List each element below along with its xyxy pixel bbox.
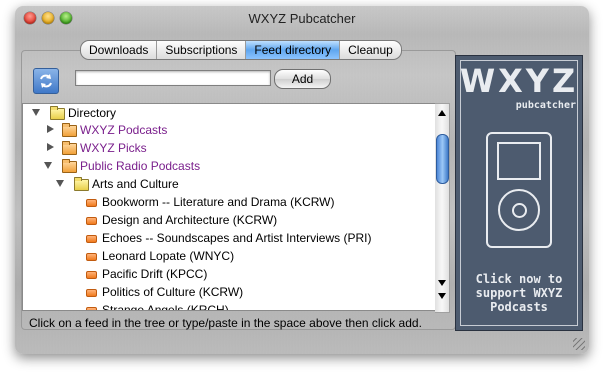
folder-icon xyxy=(62,141,77,155)
tab-bar: Downloads Subscriptions Feed directory C… xyxy=(80,40,402,60)
directory-tree[interactable]: Directory WXYZ Podcasts WXYZ Picks Publi… xyxy=(22,103,436,311)
rss-feed-icon xyxy=(86,235,97,243)
folder-icon xyxy=(50,106,65,120)
tree-label: WXYZ Picks xyxy=(80,141,147,155)
cta-line: Click now to xyxy=(475,272,563,286)
banner-logo: WXYZ xyxy=(459,62,579,100)
rss-feed-icon xyxy=(86,289,97,297)
disclosure-expanded-icon[interactable] xyxy=(32,109,40,116)
cta-line: Podcasts xyxy=(490,300,548,314)
refresh-button[interactable] xyxy=(33,68,59,94)
resize-grip-icon[interactable] xyxy=(573,338,585,350)
scroll-down-arrow-icon[interactable] xyxy=(438,280,446,286)
tab-cleanup[interactable]: Cleanup xyxy=(340,41,401,59)
scroll-up-arrow-icon[interactable] xyxy=(438,110,446,116)
title-bar[interactable]: WXYZ Pubcatcher xyxy=(15,6,589,30)
rss-feed-icon xyxy=(86,217,97,225)
tree-label: Bookworm -- Literature and Drama (KCRW) xyxy=(102,195,335,209)
add-button[interactable]: Add xyxy=(274,69,331,89)
scroll-thumb[interactable] xyxy=(436,134,449,184)
rss-feed-icon xyxy=(86,253,97,261)
folder-icon xyxy=(74,177,89,191)
tree-label: Pacific Drift (KPCC) xyxy=(102,267,208,281)
support-banner[interactable]: WXYZ pubcatcher Click now to support WXY… xyxy=(455,55,583,331)
tree-label: Strange Angels (KRCH) xyxy=(102,303,229,311)
rss-feed-icon xyxy=(86,307,97,310)
disclosure-expanded-icon[interactable] xyxy=(44,162,52,169)
tree-label: Public Radio Podcasts xyxy=(80,159,201,173)
disclosure-collapsed-icon[interactable] xyxy=(47,143,54,151)
tree-scrollbar[interactable] xyxy=(435,103,450,313)
cta-line: support WXYZ xyxy=(475,286,563,300)
refresh-icon xyxy=(40,74,52,88)
tree-label: Design and Architecture (KCRW) xyxy=(102,213,278,227)
ipod-click-wheel xyxy=(498,189,540,231)
banner-subtitle: pubcatcher xyxy=(515,100,576,111)
tree-label: Arts and Culture xyxy=(92,177,179,191)
ipod-icon xyxy=(486,132,552,248)
app-window: WXYZ Pubcatcher Downloads Subscriptions … xyxy=(15,6,589,354)
tab-subscriptions[interactable]: Subscriptions xyxy=(157,41,247,59)
tab-downloads[interactable]: Downloads xyxy=(81,41,158,59)
tree-label: WXYZ Podcasts xyxy=(80,123,168,137)
scroll-down-arrow-icon[interactable] xyxy=(438,293,446,299)
rss-feed-icon xyxy=(86,199,97,207)
tree-label: Leonard Lopate (WNYC) xyxy=(102,249,235,263)
banner-call-to-action[interactable]: Click now to support WXYZ Podcasts xyxy=(456,272,582,314)
tree-label: Echoes -- Soundscapes and Artist Intervi… xyxy=(102,231,372,245)
disclosure-expanded-icon[interactable] xyxy=(56,180,64,187)
folder-icon xyxy=(62,123,77,137)
status-hint: Click on a feed in the tree or type/past… xyxy=(29,316,422,330)
tab-feed-directory[interactable]: Feed directory xyxy=(246,41,341,59)
ipod-center-button xyxy=(512,203,527,218)
rss-feed-icon xyxy=(86,271,97,279)
ipod-screen xyxy=(497,142,541,180)
disclosure-collapsed-icon[interactable] xyxy=(47,125,54,133)
window-title: WXYZ Pubcatcher xyxy=(248,11,356,26)
folder-icon xyxy=(62,159,77,173)
feed-url-input[interactable] xyxy=(75,70,271,86)
tree-label: Directory xyxy=(68,106,117,120)
tree-label: Politics of Culture (KCRW) xyxy=(102,285,244,299)
